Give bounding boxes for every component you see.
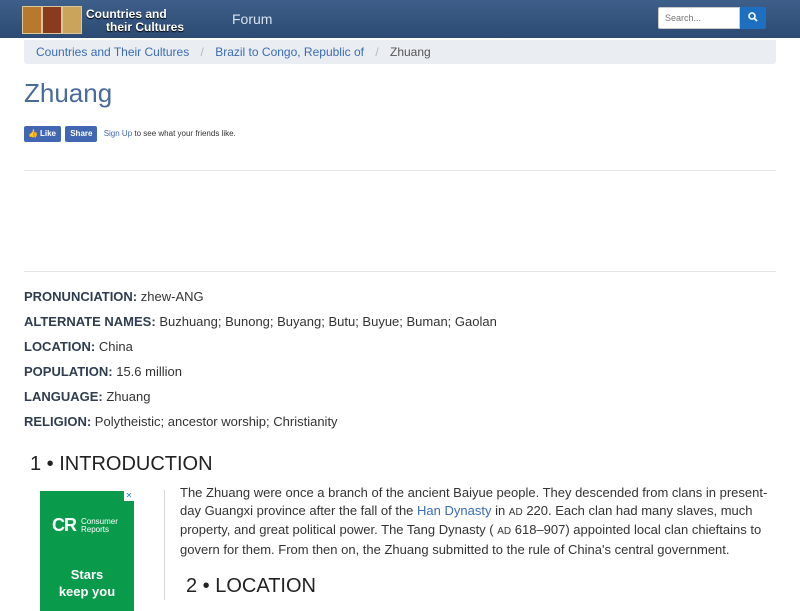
logo-line-2: their Cultures: [106, 20, 185, 34]
fact-alternate-names: ALTERNATE NAMES: Buzhuang; Bunong; Buyan…: [24, 312, 497, 337]
ad-brand-line-2: Reports: [81, 525, 110, 534]
page-title: Zhuang: [24, 78, 113, 108]
search-button[interactable]: [740, 7, 766, 29]
breadcrumb-link-brazil-to-congo[interactable]: Brazil to Congo, Republic of: [215, 45, 364, 59]
fact-language: LANGUAGE: Zhuang: [24, 387, 497, 412]
era-abbreviation: AD: [508, 506, 523, 518]
ad-headline-line-1: Stars: [70, 567, 104, 582]
facebook-share-button[interactable]: Share: [65, 126, 98, 142]
intro-text: in: [491, 502, 509, 518]
divider: [24, 271, 776, 272]
advertisement-banner[interactable]: ✕ CR Consumer Reports Stars keep you: [40, 491, 134, 611]
fact-label: LANGUAGE:: [24, 389, 103, 404]
facebook-social-bar: 👍 Like Share Sign Up to see what your fri…: [24, 126, 236, 142]
fact-value: zhew-ANG: [140, 289, 204, 304]
search-input[interactable]: [658, 7, 740, 29]
ad-brand-text: Consumer Reports: [81, 518, 131, 534]
ad-close-icon[interactable]: ✕: [124, 491, 134, 501]
breadcrumb-separator: /: [200, 45, 204, 59]
fact-label: PRONUNCIATION:: [24, 289, 138, 304]
section-title-location: 2 • LOCATION: [186, 575, 316, 597]
divider: [24, 170, 776, 171]
logo-image: [22, 6, 86, 34]
logo-text: Countries and their Cultures: [86, 8, 184, 34]
top-navbar: Countries and their Cultures Forum: [0, 0, 800, 38]
logo-line-1: Countries and: [86, 7, 167, 21]
fact-value: Buzhuang; Bunong; Buyang; Butu; Buyue; B…: [159, 314, 497, 329]
fact-label: LOCATION:: [24, 339, 96, 354]
fact-religion: RELIGION: Polytheistic; ancestor worship…: [24, 412, 497, 437]
fact-label: RELIGION:: [24, 414, 92, 429]
fact-value: China: [98, 339, 133, 354]
site-logo[interactable]: Countries and their Cultures: [22, 3, 197, 36]
fact-location: LOCATION: China: [24, 337, 497, 362]
breadcrumb-current: Zhuang: [390, 45, 431, 59]
nav-forum-link[interactable]: Forum: [232, 11, 272, 27]
fact-value: Polytheistic; ancestor worship; Christia…: [94, 414, 338, 429]
era-abbreviation: AD: [497, 526, 512, 537]
fact-population: POPULATION: 15.6 million: [24, 362, 497, 387]
facts-list: PRONUNCIATION: zhew-ANG ALTERNATE NAMES:…: [24, 287, 497, 437]
fact-label: POPULATION:: [24, 364, 113, 379]
section-title-introduction: 1 • INTRODUCTION: [30, 453, 213, 475]
search-form: [658, 7, 768, 29]
fact-pronunciation: PRONUNCIATION: zhew-ANG: [24, 287, 497, 312]
han-dynasty-link[interactable]: Han Dynasty: [417, 503, 491, 518]
introduction-paragraph: The Zhuang were once a branch of the anc…: [180, 484, 774, 558]
column-divider: [164, 490, 165, 600]
facebook-signup-link[interactable]: Sign Up: [104, 129, 132, 138]
facebook-signup-text: to see what your friends like.: [134, 129, 236, 138]
fact-value: Zhuang: [106, 389, 151, 404]
breadcrumb: Countries and Their Cultures / Brazil to…: [24, 40, 776, 64]
ad-headline-line-2: keep you: [58, 584, 116, 599]
thumbs-up-icon: 👍: [28, 129, 38, 138]
breadcrumb-separator: /: [375, 45, 379, 59]
fact-value: 15.6 million: [116, 364, 182, 379]
facebook-like-button[interactable]: 👍 Like: [24, 126, 61, 142]
search-icon: [748, 11, 758, 22]
like-label: Like: [39, 129, 56, 138]
breadcrumb-link-countries[interactable]: Countries and Their Cultures: [36, 45, 189, 59]
fact-label: ALTERNATE NAMES:: [24, 314, 156, 329]
consumer-reports-logo: CR: [52, 515, 77, 535]
